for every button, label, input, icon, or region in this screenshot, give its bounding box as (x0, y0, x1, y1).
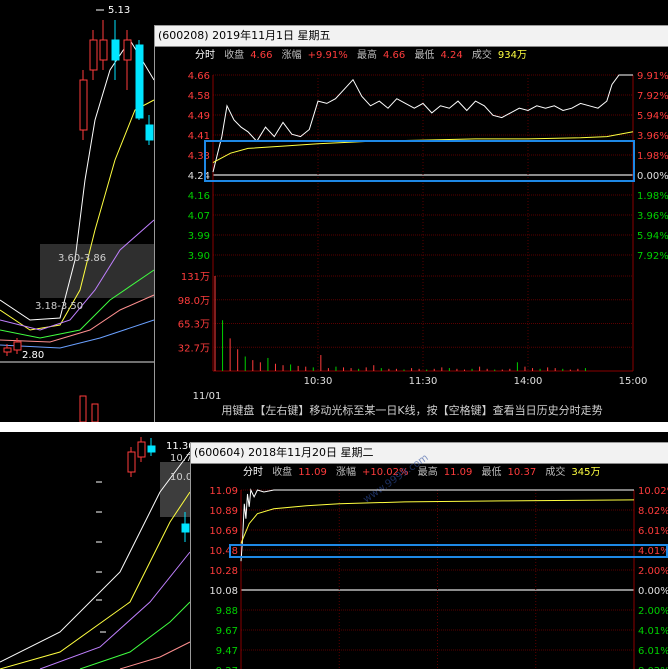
price-tick-label: 11.09 (209, 486, 238, 497)
candle (137, 441, 146, 458)
kline-high-label: 5.13 (108, 5, 130, 16)
pct-tick-label: 0.00% (637, 171, 668, 182)
price-tick-label: 3.90 (188, 251, 210, 262)
candle (145, 124, 154, 141)
volume-tick-label: 98.0万 (178, 296, 210, 307)
ma-line (0, 491, 191, 669)
candle (99, 39, 108, 61)
time-tick-label: 15:00 (619, 376, 648, 387)
price-tick-label: 4.07 (188, 211, 210, 222)
price-tick-label: 4.16 (188, 191, 210, 202)
ma-line (79, 601, 191, 669)
volume-tick-label: 131万 (181, 272, 210, 283)
candle (3, 347, 12, 353)
watermark: www.9999.com (361, 452, 430, 505)
kline-band-lower-label: 3.18-3.50 (35, 301, 83, 312)
candle (147, 445, 156, 453)
hint-footer: 用键盘【左右键】移动光标至某一日K线，按【空格键】查看当日历史分时走势 (155, 399, 668, 422)
price-tick-label: 9.67 (216, 626, 238, 637)
pct-tick-label: 3.96% (637, 211, 668, 222)
time-tick-label: 14:00 (514, 376, 543, 387)
candle (181, 523, 190, 533)
volume-tick-label: 32.7万 (178, 343, 210, 354)
candle (123, 39, 132, 61)
top-chart-panel: 5.13 2.80 3.60-3.86 3.18-3.50 (600208) 2… (0, 0, 668, 422)
candle (135, 44, 144, 119)
pct-tick-label: 6.01% (638, 646, 668, 657)
pct-tick-label: 10.02% (638, 486, 668, 497)
price-tick-label: 9.88 (216, 606, 238, 617)
pct-tick-label: 9.91% (637, 71, 668, 82)
candle (13, 341, 22, 351)
volume-bar (91, 403, 99, 422)
pct-tick-label: 5.94% (637, 231, 668, 242)
price-tick-label: 10.69 (209, 526, 238, 537)
time-tick-label: 11:30 (409, 376, 438, 387)
candle (79, 79, 88, 131)
kline-low-label: 2.80 (22, 350, 44, 361)
pct-tick-label: 0.00% (638, 586, 668, 597)
bottom-chart-panel: 11.30 10.71 10.00 (600604) 2018年11月20日 星… (0, 432, 668, 669)
candle (111, 39, 120, 61)
price-tick-label: 10.08 (209, 586, 238, 597)
pct-tick-label: 8.02% (638, 506, 668, 517)
highlight-box (204, 140, 635, 182)
pct-tick-label: 2.00% (638, 566, 668, 577)
price-tick-label: 10.28 (209, 566, 238, 577)
pct-tick-label: 4.01% (638, 626, 668, 637)
price-tick-label: 4.49 (188, 111, 210, 122)
price-tick-label: 4.66 (188, 71, 210, 82)
candle (89, 39, 98, 71)
intraday-popup: (600208) 2019年11月1日 星期五 分时 收盘 4.66 涨幅 +9.9… (154, 25, 668, 422)
separator (0, 422, 668, 432)
candle (127, 451, 136, 473)
price-tick-label: 10.89 (209, 506, 238, 517)
pct-tick-label: 7.92% (637, 91, 668, 102)
volume-profile-band (160, 462, 190, 517)
intraday-chart: 4.66 9.91%4.58 7.92%4.49 5.94%4.41 3.96%4.33… (178, 71, 668, 402)
pct-tick-label: 6.01% (638, 526, 668, 537)
volume-bar (79, 395, 87, 422)
pct-tick-label: 5.94% (637, 111, 668, 122)
ma-line (39, 551, 191, 669)
ma-line (119, 641, 191, 669)
pct-tick-label: 2.00% (638, 606, 668, 617)
pct-tick-label: 3.96% (637, 131, 668, 142)
pct-tick-label: 1.98% (637, 191, 668, 202)
time-tick-label: 10:30 (304, 376, 333, 387)
pct-tick-label: 7.92% (637, 251, 668, 262)
price-tick-label: 3.99 (188, 231, 210, 242)
pct-tick-label: 1.98% (637, 151, 668, 162)
volume-tick-label: 65.3万 (178, 320, 210, 331)
kline-band-upper-label: 3.60-3.86 (58, 253, 106, 264)
highlight-box (229, 544, 668, 558)
price-tick-label: 4.58 (188, 91, 210, 102)
average-price-line (240, 499, 635, 544)
price-tick-label: 9.47 (216, 646, 238, 657)
